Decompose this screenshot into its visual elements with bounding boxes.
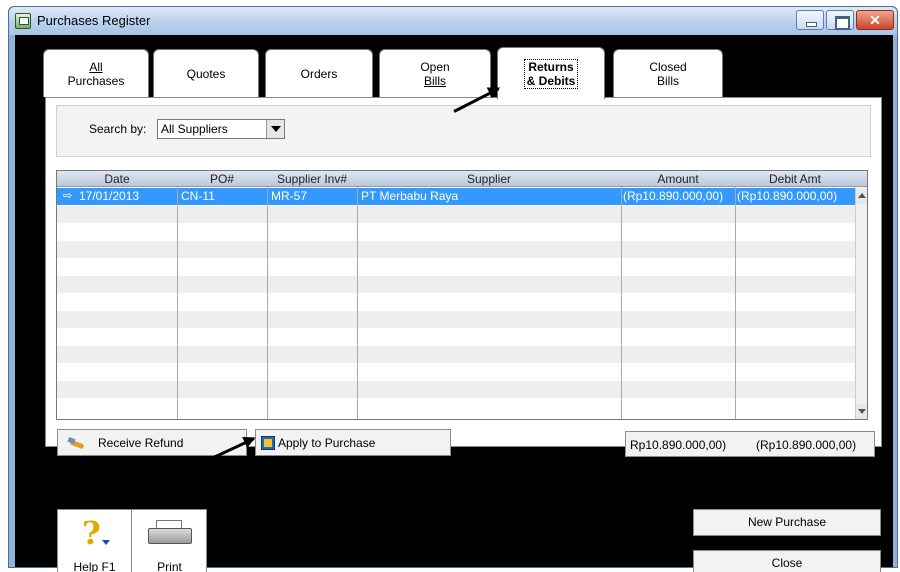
close-window-button[interactable]: ✕ <box>856 10 894 30</box>
table-row[interactable] <box>57 380 867 398</box>
help-label: Help F1 <box>73 560 116 572</box>
search-by-select[interactable]: All Suppliers <box>157 119 285 139</box>
table-row[interactable] <box>57 363 867 380</box>
table-row[interactable] <box>57 328 867 345</box>
table-header: Date PO# Supplier Inv# Supplier Amount D… <box>57 171 867 187</box>
row-arrow-icon[interactable]: ⇨ <box>63 189 72 202</box>
tab-label-line2: Purchases <box>67 73 125 88</box>
print-label: Print <box>157 560 182 572</box>
tool-buttons: ? Help F1 Print <box>57 509 207 572</box>
purchases-register-window: Purchases Register ✕ All Purchases Quotes… <box>8 6 898 572</box>
window-title: Purchases Register <box>37 13 151 28</box>
scroll-down-icon[interactable] <box>856 404 867 419</box>
tab-all-purchases[interactable]: All Purchases <box>43 49 149 97</box>
receive-refund-label: Receive Refund <box>98 436 184 450</box>
col-header-po[interactable]: PO# <box>177 172 267 186</box>
tab-label-line1: Orders <box>300 66 338 81</box>
table-cell: 17/01/2013 <box>79 189 140 203</box>
col-header-supplier[interactable]: Supplier <box>357 172 621 186</box>
refund-icon <box>68 436 86 450</box>
col-header-amount[interactable]: Amount <box>621 172 735 186</box>
help-button[interactable]: ? Help F1 <box>58 510 132 572</box>
scroll-up-icon[interactable] <box>856 189 867 204</box>
table-row[interactable]: ⇨ 17/01/2013 CN-11 MR-57 PT Merbabu Raya (Rp1… <box>57 188 867 205</box>
column-divider <box>267 187 268 419</box>
app-icon <box>15 13 31 29</box>
table-row[interactable] <box>57 398 867 415</box>
tab-open-bills[interactable]: Open Bills <box>379 49 491 97</box>
tab-label-line2: Bills <box>423 73 446 88</box>
vertical-scrollbar[interactable] <box>855 187 867 419</box>
tab-orders[interactable]: Orders <box>265 49 373 97</box>
tab-label-line1: Closed <box>649 59 687 74</box>
table-cell: MR-57 <box>271 189 308 203</box>
tab-focus-ring: Returns & Debits <box>523 58 579 89</box>
column-divider <box>621 187 622 419</box>
tab-label-line2: Bills <box>656 73 679 88</box>
help-icon: ? <box>82 514 101 552</box>
printer-icon <box>146 520 194 548</box>
table-row[interactable] <box>57 275 867 293</box>
new-purchase-label: New Purchase <box>747 515 827 529</box>
table-row[interactable] <box>57 223 867 240</box>
tab-label-line1: All <box>89 59 103 74</box>
new-purchase-button[interactable]: New Purchase <box>693 509 881 536</box>
totals-box: Rp10.890.000,00) (Rp10.890.000,00) <box>625 431 875 457</box>
table-row[interactable] <box>57 205 867 223</box>
table-cell: CN-11 <box>181 189 215 203</box>
close-button[interactable]: Close <box>693 550 881 572</box>
table-row[interactable] <box>57 258 867 275</box>
search-by-label: Search by: <box>89 122 147 136</box>
tab-returns-debits[interactable]: Returns & Debits <box>497 47 605 99</box>
table-cell: (Rp10.890.000,00) <box>623 189 724 203</box>
column-divider <box>177 187 178 419</box>
print-button[interactable]: Print <box>132 510 207 572</box>
total-amount: Rp10.890.000,00) <box>630 438 727 452</box>
table-row[interactable] <box>57 345 867 363</box>
chevron-down-icon[interactable] <box>266 120 284 138</box>
tab-label-line1: Quotes <box>186 66 226 81</box>
tab-closed-bills[interactable]: Closed Bills <box>613 49 723 97</box>
purchases-table: Date PO# Supplier Inv# Supplier Amount D… <box>56 170 868 420</box>
search-bar: Search by: All Suppliers <box>56 105 871 157</box>
total-debit: (Rp10.890.000,00) <box>756 438 857 452</box>
table-row[interactable] <box>57 310 867 328</box>
receive-refund-button[interactable]: Receive Refund <box>57 429 247 456</box>
tab-quotes[interactable]: Quotes <box>153 49 259 97</box>
apply-to-purchase-label: Apply to Purchase <box>278 436 376 450</box>
col-header-date[interactable]: Date <box>57 172 177 186</box>
apply-to-purchase-button[interactable]: Apply to Purchase <box>255 429 451 456</box>
tab-label-line1: Open <box>420 59 450 74</box>
table-row[interactable] <box>57 240 867 258</box>
tab-label-line1: Returns <box>528 59 574 74</box>
tab-label-line2: & Debits <box>526 73 576 88</box>
title-bar: Purchases Register ✕ <box>9 7 897 35</box>
table-row[interactable] <box>57 293 867 310</box>
minimize-button[interactable] <box>796 10 824 30</box>
close-icon: ✕ <box>869 12 881 28</box>
apply-icon <box>261 436 275 450</box>
col-header-supplier-inv[interactable]: Supplier Inv# <box>267 172 357 186</box>
search-by-value: All Suppliers <box>161 122 228 136</box>
col-header-debit-amt[interactable]: Debit Amt <box>735 172 855 186</box>
table-cell: PT Merbabu Raya <box>361 189 459 203</box>
dropdown-arrow-icon <box>102 540 110 545</box>
column-divider <box>357 187 358 419</box>
maximize-button[interactable] <box>826 10 854 30</box>
table-cell: (Rp10.890.000,00) <box>737 189 838 203</box>
returns-debits-panel: Search by: All Suppliers Date PO# Suppli… <box>45 97 882 447</box>
column-divider <box>735 187 736 419</box>
window-body: All Purchases Quotes Orders Open Bills Ret… <box>15 35 893 572</box>
close-label: Close <box>771 556 803 570</box>
